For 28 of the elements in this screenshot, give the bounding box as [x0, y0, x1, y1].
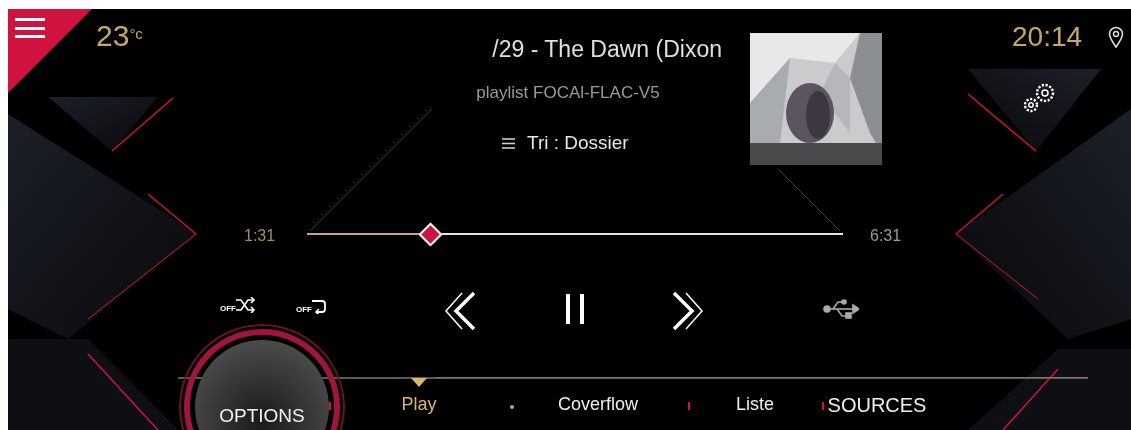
shuffle-icon[interactable]	[236, 297, 256, 313]
nav-tab[interactable]: Play	[359, 395, 479, 413]
sort-label[interactable]: Tri : Dossier	[527, 129, 629, 158]
tab-separator	[329, 402, 331, 410]
selected-marker-icon	[411, 378, 427, 387]
track-title: /29 - The Dawn (Dixon	[491, 38, 722, 61]
dot-separator	[510, 405, 514, 409]
usb-icon[interactable]	[823, 298, 859, 320]
temperature: 23	[96, 21, 130, 51]
tab-separator	[688, 402, 690, 410]
playlist-name: playlist FOCAl-FLAC-V5	[475, 82, 661, 104]
pause-icon[interactable]	[564, 294, 586, 324]
nav-tab[interactable]: SOURCES	[817, 395, 937, 415]
total-time: 6:31	[870, 226, 902, 246]
nav-tab[interactable]: Coverflow	[538, 395, 658, 413]
location-pin-icon[interactable]	[1108, 26, 1124, 48]
options-button[interactable]: OPTIONS	[179, 324, 345, 430]
menu-icon[interactable]	[15, 18, 45, 38]
shuffle-off-label: OFF	[220, 305, 236, 313]
list-icon[interactable]	[502, 137, 515, 149]
repeat-icon[interactable]	[312, 298, 326, 314]
nav-tab[interactable]: Liste	[695, 395, 815, 413]
tab-separator	[822, 402, 824, 410]
diagonal-line	[777, 168, 841, 232]
clock: 20:14	[1012, 23, 1083, 51]
repeat-off-label: OFF	[296, 306, 312, 314]
elapsed-time: 1:31	[244, 226, 276, 246]
temperature-unit: °c	[129, 26, 143, 41]
